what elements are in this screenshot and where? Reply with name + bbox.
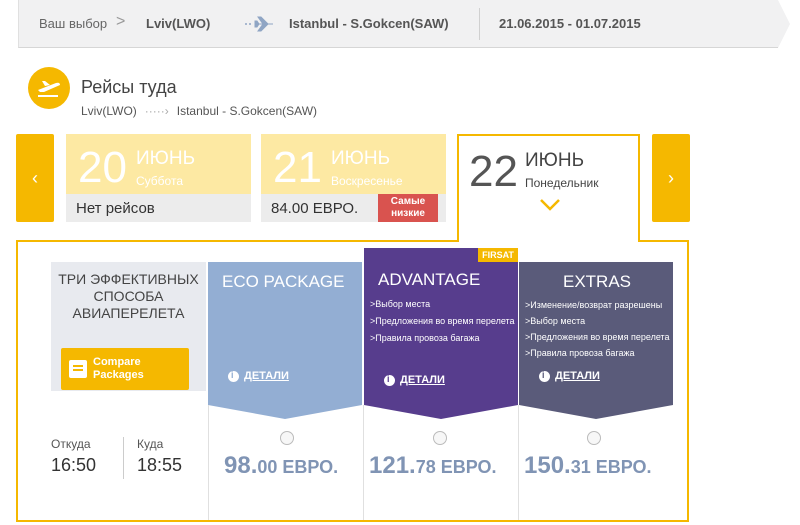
- date-day-number: 21: [273, 143, 322, 192]
- breadcrumb-separator: >: [116, 13, 126, 30]
- package-pointer: [208, 405, 362, 419]
- feature-item: >Выбор места: [370, 299, 431, 309]
- departure-label: Откуда: [51, 437, 91, 451]
- list-icon: [69, 360, 87, 378]
- package-details-link[interactable]: ДЕТАЛИ: [539, 370, 600, 382]
- select-eco-radio[interactable]: [280, 431, 294, 445]
- details-label: ДЕТАЛИ: [244, 370, 289, 382]
- feature-item: >Правила провоза багажа: [370, 333, 480, 343]
- column-divider: [208, 405, 209, 520]
- destination-airport: Istanbul - S.Gokcen(SAW): [289, 16, 449, 31]
- compare-packages-button[interactable]: Compare Packages: [61, 348, 189, 390]
- next-date-button[interactable]: ›: [652, 134, 690, 222]
- compare-packages-label: Compare Packages: [93, 356, 144, 382]
- package-details-link[interactable]: ДЕТАЛИ: [384, 374, 445, 386]
- select-extras-radio[interactable]: [587, 431, 601, 445]
- plane-takeoff-icon: [38, 81, 60, 97]
- compare-label-line2: Packages: [93, 369, 144, 381]
- date-month: ИЮНЬ: [525, 150, 585, 171]
- date-card-21[interactable]: 21 ИЮНЬ Воскресенье 84.00 ЕВРО. Самые ни…: [261, 134, 446, 222]
- arrival-block: Куда 18:55: [137, 437, 182, 476]
- arrival-time: 18:55: [137, 455, 183, 475]
- package-details-link[interactable]: ДЕТАЛИ: [228, 370, 289, 382]
- date-day-number: 22: [469, 147, 518, 196]
- extras-price: 150.31 ЕВРО.: [524, 452, 652, 480]
- price-decimal: 78 ЕВРО.: [415, 457, 497, 477]
- feature-item: >Предложения во время перелета: [525, 332, 670, 342]
- eco-price: 98.00 ЕВРО.: [224, 452, 338, 480]
- price-decimal: 31 ЕВРО.: [570, 457, 652, 477]
- feature-item: >Выбор места: [525, 316, 586, 326]
- chevron-left-icon: ‹: [32, 167, 38, 188]
- firsat-badge: FIRSAT: [478, 248, 518, 262]
- origin-airport: Lviv(LWO): [146, 16, 211, 31]
- arrival-label: Куда: [137, 437, 164, 451]
- packages-intro-title: ТРИ ЭФФЕКТИВНЫХ СПОСОБА АВИАПЕРЕЛЕТА: [58, 271, 199, 321]
- compare-label-line1: Compare: [93, 356, 141, 368]
- package-pointer: [519, 405, 673, 419]
- time-divider: [123, 437, 124, 479]
- column-divider: [363, 405, 364, 520]
- packages-intro: ТРИ ЭФФЕКТИВНЫХ СПОСОБА АВИАПЕРЕЛЕТА Com…: [51, 262, 206, 391]
- selection-breadcrumb-bar: Ваш выбор > Lviv(LWO) Istanbul - S.Gokce…: [18, 0, 790, 48]
- package-name: ADVANTAGE: [378, 270, 481, 289]
- route-destination: Istanbul - S.Gokcen(SAW): [176, 104, 318, 118]
- route-origin: Lviv(LWO): [81, 104, 137, 118]
- date-month: ИЮНЬ: [136, 148, 196, 169]
- date-weekday: Воскресенье: [331, 174, 403, 188]
- price-integer: 150.: [524, 452, 571, 479]
- package-features: >Изменение/возврат разрешены >Выбор мест…: [525, 297, 670, 361]
- price-integer: 98.: [224, 452, 258, 479]
- date-card-20[interactable]: 20 ИЮНЬ Суббота Нет рейсов: [66, 134, 251, 222]
- details-label: ДЕТАЛИ: [555, 370, 600, 382]
- route-arrow: ·····›: [144, 104, 169, 118]
- departure-plane-icon: [28, 67, 70, 109]
- section-route: Lviv(LWO) ·····› Istanbul - S.Gokcen(SAW…: [81, 104, 317, 118]
- lowest-price-badge: Самые низкие: [378, 194, 438, 222]
- package-eco[interactable]: ECO PACKAGE ДЕТАЛИ: [208, 262, 362, 419]
- package-extras[interactable]: EXTRAS >Изменение/возврат разрешены >Выб…: [519, 262, 673, 419]
- airplane-icon: [245, 16, 273, 32]
- date-weekday: Понедельник: [525, 176, 599, 190]
- travel-dates: 21.06.2015 - 01.07.2015: [499, 16, 641, 31]
- date-weekday: Суббота: [136, 174, 183, 188]
- breadcrumb-arrow-cap: [778, 0, 790, 48]
- advantage-price: 121.78 ЕВРО.: [369, 452, 497, 480]
- chevron-right-icon: ›: [668, 167, 674, 188]
- column-divider: [518, 405, 519, 520]
- package-name: ECO PACKAGE: [222, 272, 345, 291]
- info-icon: [539, 370, 550, 382]
- date-card-22-selected[interactable]: 22 ИЮНЬ Понедельник: [457, 134, 640, 240]
- departure-block: Откуда 16:50: [51, 437, 96, 476]
- info-icon: [384, 374, 395, 386]
- panel-tab-join: [459, 238, 638, 242]
- previous-date-button[interactable]: ‹: [16, 134, 54, 222]
- package-name: EXTRAS: [563, 272, 632, 291]
- your-choice-label: Ваш выбор: [39, 16, 108, 31]
- price-decimal: 00 ЕВРО.: [257, 457, 339, 477]
- feature-item: >Правила провоза багажа: [525, 348, 635, 358]
- package-advantage[interactable]: FIRSAT ADVANTAGE >Выбор места >Предложен…: [364, 248, 518, 419]
- section-title: Рейсы туда: [81, 77, 177, 97]
- feature-item: >Предложения во время перелета: [370, 316, 515, 326]
- feature-item: >Изменение/возврат разрешены: [525, 300, 663, 310]
- select-advantage-radio[interactable]: [433, 431, 447, 445]
- date-month: ИЮНЬ: [331, 148, 391, 169]
- package-features: >Выбор места >Предложения во время перел…: [370, 296, 515, 347]
- breadcrumb-divider: [479, 8, 480, 40]
- departure-time: 16:50: [51, 455, 97, 475]
- info-icon: [228, 370, 239, 382]
- package-pointer: [364, 405, 518, 419]
- no-flights-status: Нет рейсов: [66, 194, 251, 222]
- date-day-number: 20: [78, 143, 127, 192]
- details-label: ДЕТАЛИ: [400, 374, 445, 386]
- price-integer: 121.: [369, 452, 416, 479]
- chevron-down-icon: [540, 199, 560, 211]
